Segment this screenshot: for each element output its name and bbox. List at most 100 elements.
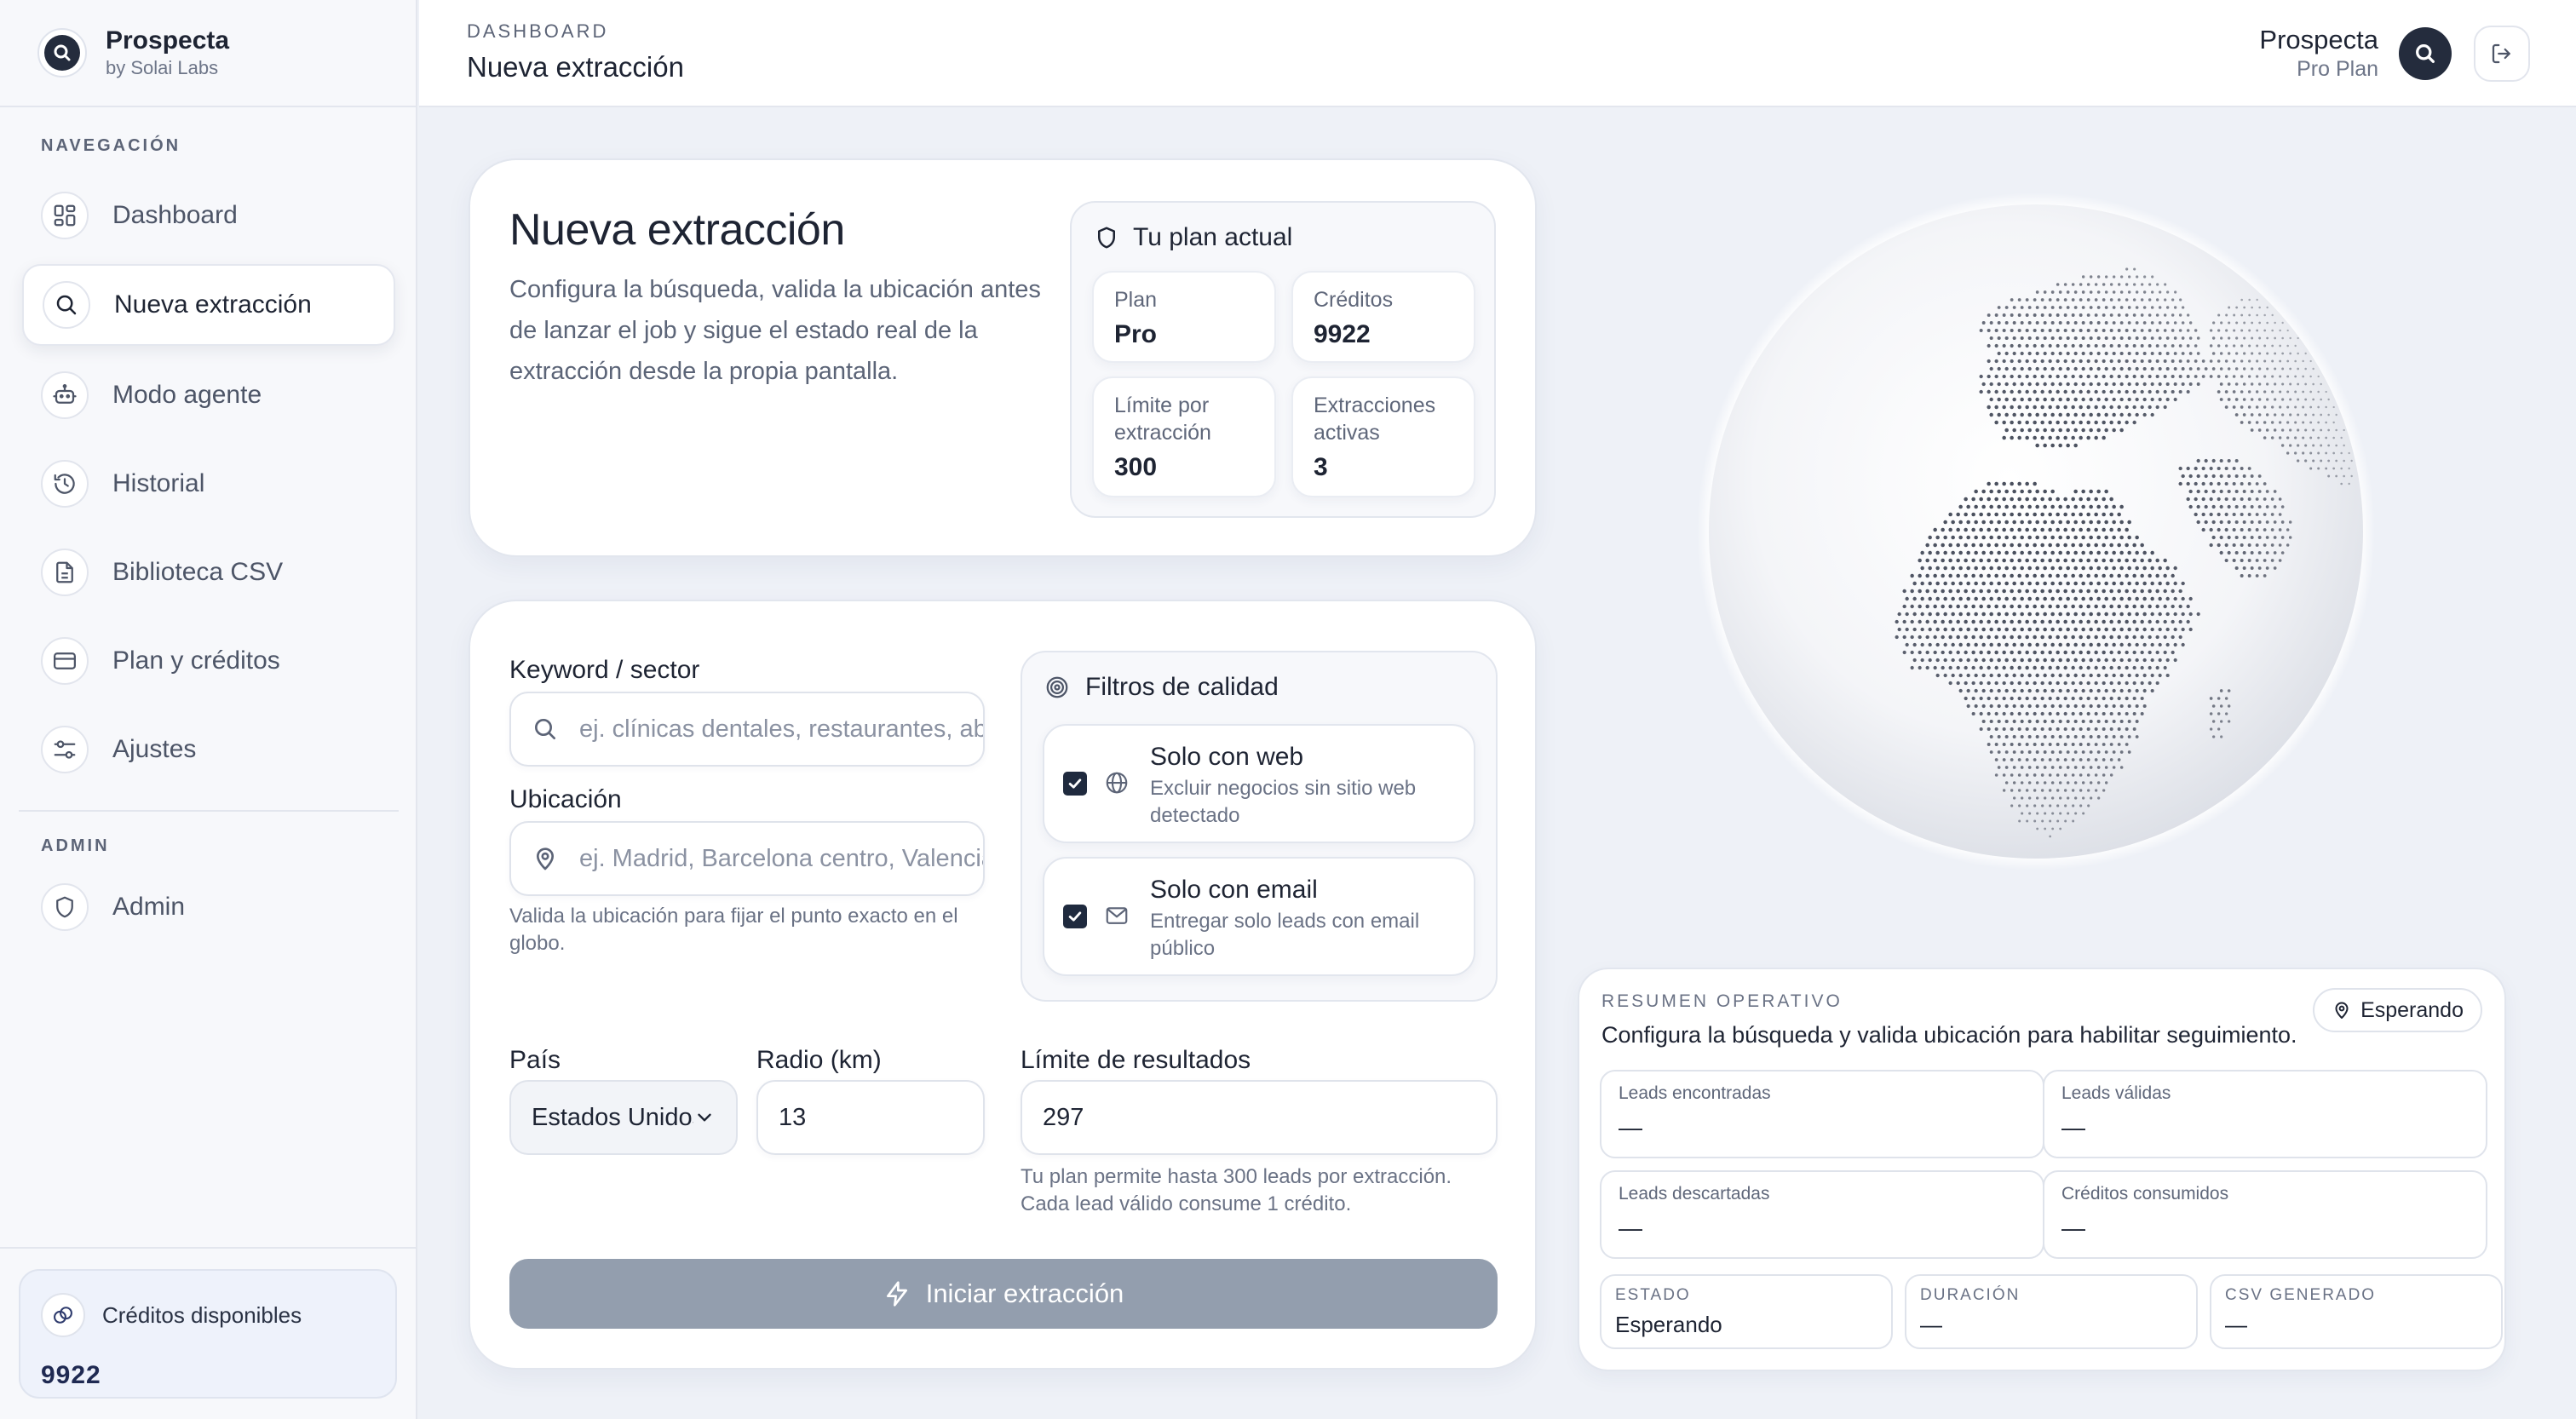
- globe-dot: [2250, 520, 2254, 524]
- globe-dot: [2094, 527, 2098, 532]
- globe-dot: [2094, 773, 2098, 777]
- globe-dot: [2119, 704, 2124, 709]
- globe-dot: [1928, 612, 1932, 617]
- globe-dot: [2041, 804, 2044, 807]
- globe-dot: [2056, 389, 2060, 394]
- sidebar-item-ajustes[interactable]: Ajustes: [22, 709, 395, 790]
- globe[interactable]: [1695, 191, 2377, 872]
- metric-label: Leads encontradas: [1619, 1083, 1771, 1103]
- globe-dot: [2044, 796, 2047, 800]
- sidebar-item-dashboard[interactable]: Dashboard: [22, 175, 395, 256]
- globe-dot: [2258, 336, 2262, 340]
- filter-solo-con-web[interactable]: Solo con web Excluir negocios sin sitio …: [1043, 724, 1475, 843]
- globe-dot: [2219, 704, 2223, 708]
- globe-dot: [2056, 558, 2060, 563]
- radius-input[interactable]: [779, 1103, 983, 1132]
- globe-icon: [1106, 772, 1128, 794]
- globe-dot: [2063, 313, 2067, 317]
- globe-dot: [2104, 750, 2108, 754]
- keyword-input[interactable]: [579, 715, 983, 744]
- sidebar-item-admin[interactable]: Admin: [22, 866, 395, 948]
- globe-dot: [2178, 359, 2182, 363]
- avatar[interactable]: [2399, 27, 2452, 80]
- globe-dot: [2256, 313, 2258, 317]
- metric-leads-encontradas: Leads encontradas —: [1600, 1070, 2044, 1158]
- globe-dot: [2251, 321, 2254, 325]
- sidebar-item-plan-creditos[interactable]: Plan y créditos: [22, 620, 395, 702]
- globe-dot: [2117, 711, 2121, 716]
- globe-dot: [2309, 359, 2312, 363]
- globe-dot: [2125, 589, 2129, 594]
- brand-logo[interactable]: [37, 28, 87, 78]
- metric-value: —: [2061, 1114, 2085, 1140]
- globe-dot: [2125, 558, 2129, 563]
- location-input[interactable]: [579, 844, 983, 873]
- limit-field[interactable]: [1021, 1080, 1498, 1155]
- globe-dot: [2066, 750, 2070, 754]
- globe-dot: [2135, 550, 2139, 555]
- globe-dot: [2063, 758, 2067, 761]
- globe-dot: [2234, 398, 2239, 401]
- sidebar-item-nueva-extraccion[interactable]: Nueva extracción: [22, 264, 395, 346]
- globe-dot: [2033, 819, 2037, 823]
- globe-dot: [2250, 413, 2254, 417]
- globe-dot: [2265, 398, 2269, 401]
- location-field[interactable]: [509, 821, 985, 896]
- globe-dot: [2079, 328, 2083, 333]
- globe-dot: [2058, 766, 2062, 769]
- globe-dot: [2040, 359, 2044, 364]
- globe-dot: [2248, 298, 2251, 302]
- globe-dot: [2320, 428, 2323, 432]
- globe-dot: [2209, 481, 2213, 486]
- radius-field[interactable]: [756, 1080, 985, 1155]
- quality-filters-panel: Filtros de calidad Solo con web Excluir …: [1021, 651, 1498, 1002]
- globe-dot: [2158, 321, 2162, 325]
- globe-dot: [2240, 482, 2244, 485]
- globe-dot: [2234, 352, 2239, 355]
- globe-dot: [2017, 405, 2021, 410]
- globe-dot: [2079, 635, 2083, 640]
- filter-solo-con-email[interactable]: Solo con email Entregar solo leads con e…: [1043, 857, 1475, 976]
- globe-dot: [2309, 467, 2313, 470]
- sidebar-item-biblioteca-csv[interactable]: Biblioteca CSV: [22, 531, 395, 613]
- globe-dot: [2012, 734, 2016, 739]
- globe-dot: [2058, 612, 2062, 617]
- globe-dot: [2235, 336, 2239, 340]
- globe-dot: [1958, 612, 1963, 617]
- limit-label: Límite de resultados: [1021, 1046, 1251, 1074]
- globe-dot: [2094, 313, 2098, 317]
- solo-email-checkbox[interactable]: [1063, 905, 1087, 928]
- globe-dot: [2204, 474, 2208, 479]
- globe-dot: [2224, 712, 2228, 715]
- keyword-field[interactable]: [509, 692, 985, 767]
- globe-dot: [2150, 566, 2154, 571]
- globe-dot: [2227, 367, 2231, 371]
- globe-dot: [2033, 543, 2037, 548]
- solo-web-checkbox[interactable]: [1063, 772, 1087, 796]
- globe-dot: [2155, 374, 2159, 379]
- logout-button[interactable]: [2474, 26, 2530, 82]
- globe-dot: [1920, 596, 1924, 601]
- limit-input[interactable]: [1043, 1103, 1496, 1132]
- globe-dot: [2048, 405, 2052, 410]
- globe-dot: [2025, 435, 2029, 440]
- globe-dot: [2012, 596, 2016, 601]
- globe-dot: [2297, 336, 2299, 340]
- start-extraction-button[interactable]: Iniciar extracción: [509, 1259, 1498, 1329]
- country-select[interactable]: Estados Unidos: [509, 1080, 738, 1155]
- globe-dot: [2104, 382, 2108, 387]
- globe-dot: [2163, 359, 2167, 363]
- sidebar-item-modo-agente[interactable]: Modo agente: [22, 354, 395, 436]
- globe-dot: [1928, 627, 1932, 632]
- globe-dot: [2173, 397, 2177, 402]
- globe-dot: [1951, 642, 1955, 647]
- globe-dot: [2219, 474, 2223, 479]
- globe-dot: [2081, 766, 2085, 769]
- coins-icon: [41, 1293, 85, 1337]
- globe-dot: [2079, 497, 2083, 502]
- globe-dot: [1979, 589, 1983, 594]
- globe-dot: [2017, 789, 2021, 792]
- globe-dot: [2140, 313, 2144, 317]
- globe-dot: [2025, 481, 2029, 486]
- sidebar-item-historial[interactable]: Historial: [22, 443, 395, 525]
